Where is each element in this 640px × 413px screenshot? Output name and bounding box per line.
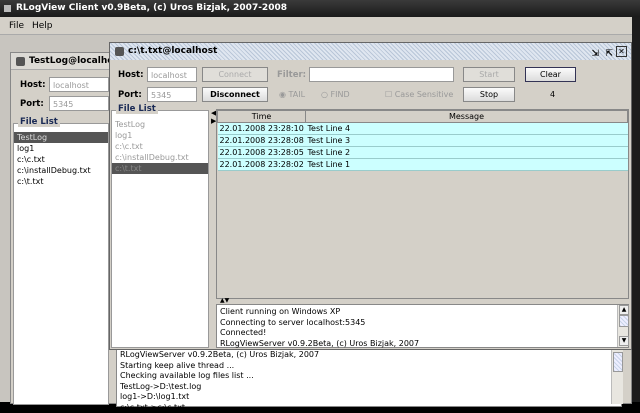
cell-message: Test Line 4 (306, 123, 628, 135)
cell-message: Test Line 2 (306, 147, 628, 159)
host-input[interactable]: localhost (49, 77, 109, 92)
case-sensitive-label: Case Sensitive (395, 90, 454, 99)
file-list: File List TestLog log1 c:\c.txt c:\insta… (111, 110, 209, 348)
console-line: Starting keep alive thread ... (120, 361, 618, 372)
start-button[interactable]: Start (463, 67, 515, 82)
file-item[interactable]: c:\t.txt (14, 176, 108, 187)
file-item[interactable]: c:\c.txt (14, 154, 108, 165)
file-item[interactable]: c:\installDebug.txt (14, 165, 108, 176)
tail-radio[interactable]: ◉ TAIL (279, 90, 305, 99)
frame-title: c:\t.txt@localhost (128, 46, 217, 56)
file-item[interactable]: c:\t.txt (112, 163, 208, 174)
host-input[interactable]: localhost (147, 67, 197, 82)
scroll-thumb[interactable] (619, 315, 629, 327)
find-label: FIND (331, 90, 350, 99)
console-line: c:\c.txt->c:\c.txt (120, 403, 618, 413)
cell-message: Test Line 3 (306, 135, 628, 147)
file-list-title: File List (116, 104, 158, 114)
disconnect-button[interactable]: Disconnect (202, 87, 268, 102)
port-input[interactable]: 5345 (147, 87, 197, 102)
cell-time: 22.01.2008 23:28:02 (218, 159, 306, 171)
split-pane-arrows[interactable]: ▲▼ (220, 297, 229, 304)
file-item[interactable]: TestLog (112, 119, 208, 130)
console-line: Connected! (220, 328, 625, 339)
console-line: Client running on Windows XP (220, 307, 625, 318)
file-item[interactable]: c:\installDebug.txt (112, 152, 208, 163)
filter-label: Filter: (277, 70, 306, 80)
menu-help[interactable]: Help (32, 21, 53, 31)
app-icon (4, 5, 11, 12)
cell-time: 22.01.2008 23:28:05 (218, 147, 306, 159)
find-radio[interactable]: ○ FIND (321, 90, 350, 99)
console-line: Connecting to server localhost:5345 (220, 318, 625, 329)
console-line: TestLog->D:\test.log (120, 382, 618, 393)
host-label: Host: (118, 70, 143, 80)
tail-label: TAIL (289, 90, 306, 99)
frame-icon (16, 57, 25, 66)
file-item[interactable]: c:\c.txt (112, 141, 208, 152)
clear-button[interactable]: Clear (525, 67, 576, 82)
console-line: RLogViewServer v0.9.2Beta, (c) Uros Bizj… (220, 339, 625, 350)
frame-title-bar[interactable]: c:\t.txt@localhost ⇲ ⇱ ✕ (110, 43, 631, 60)
table-row[interactable]: 22.01.2008 23:28:05Test Line 2 (218, 147, 628, 159)
radio-selected-icon: ◉ (279, 90, 286, 99)
table-row[interactable]: 22.01.2008 23:28:10Test Line 4 (218, 123, 628, 135)
cell-time: 22.01.2008 23:28:08 (218, 135, 306, 147)
port-input[interactable]: 5345 (49, 96, 109, 111)
cell-time: 22.01.2008 23:28:10 (218, 123, 306, 135)
host-label: Host: (20, 80, 45, 90)
port-label: Port: (20, 99, 44, 109)
console-line: log1->D:\log1.txt (120, 392, 618, 403)
maximize-icon[interactable]: ⇱ (605, 46, 613, 63)
scroll-thumb[interactable] (613, 352, 623, 372)
radio-icon: ○ (321, 90, 328, 99)
file-item[interactable]: log1 (14, 143, 108, 154)
line-count: 4 (550, 90, 555, 99)
console-line: Checking available log files list ... (120, 371, 618, 382)
scroll-down-icon[interactable]: ▼ (619, 336, 629, 346)
console-scrollbar[interactable]: ▲ ▼ (617, 305, 628, 347)
connect-button[interactable]: Connect (202, 67, 268, 82)
cell-message: Test Line 1 (306, 159, 628, 171)
file-list: File List TestLog log1 c:\c.txt c:\insta… (13, 123, 109, 405)
app-title-bar: RLogView Client v0.9Beta, (c) Uros Bizja… (0, 0, 640, 17)
port-label: Port: (118, 90, 142, 100)
menu-file[interactable]: File (9, 21, 24, 31)
table-row[interactable]: 22.01.2008 23:28:02Test Line 1 (218, 159, 628, 171)
stop-button[interactable]: Stop (463, 87, 515, 102)
frame-icon (115, 47, 124, 56)
case-sensitive-checkbox[interactable]: ☐ Case Sensitive (385, 90, 453, 99)
console-log: Client running on Windows XP Connecting … (216, 304, 629, 348)
window-border (632, 17, 640, 402)
checkbox-icon: ☐ (385, 90, 392, 99)
file-item[interactable]: log1 (112, 130, 208, 141)
internal-frame-ttxt[interactable]: c:\t.txt@localhost ⇲ ⇱ ✕ Host: localhost… (109, 42, 632, 350)
app-window: RLogView Client v0.9Beta, (c) Uros Bizja… (0, 0, 640, 402)
log-table: Time Message 22.01.2008 23:28:10Test Lin… (216, 109, 629, 299)
table-row[interactable]: 22.01.2008 23:28:08Test Line 3 (218, 135, 628, 147)
close-icon[interactable]: ✕ (616, 46, 627, 57)
minimize-icon[interactable]: ⇲ (591, 46, 599, 63)
filter-input[interactable] (309, 67, 454, 82)
app-title: RLogView Client v0.9Beta, (c) Uros Bizja… (16, 3, 287, 13)
console-line: RLogViewServer v0.9.2Beta, (c) Uros Bizj… (120, 350, 618, 361)
scroll-up-icon[interactable]: ▲ (619, 305, 629, 315)
column-header-message[interactable]: Message (306, 111, 628, 123)
column-header-time[interactable]: Time (218, 111, 306, 123)
file-item[interactable]: TestLog (14, 132, 108, 143)
menu-bar: File Help (0, 17, 632, 35)
file-list-title: File List (18, 117, 60, 127)
